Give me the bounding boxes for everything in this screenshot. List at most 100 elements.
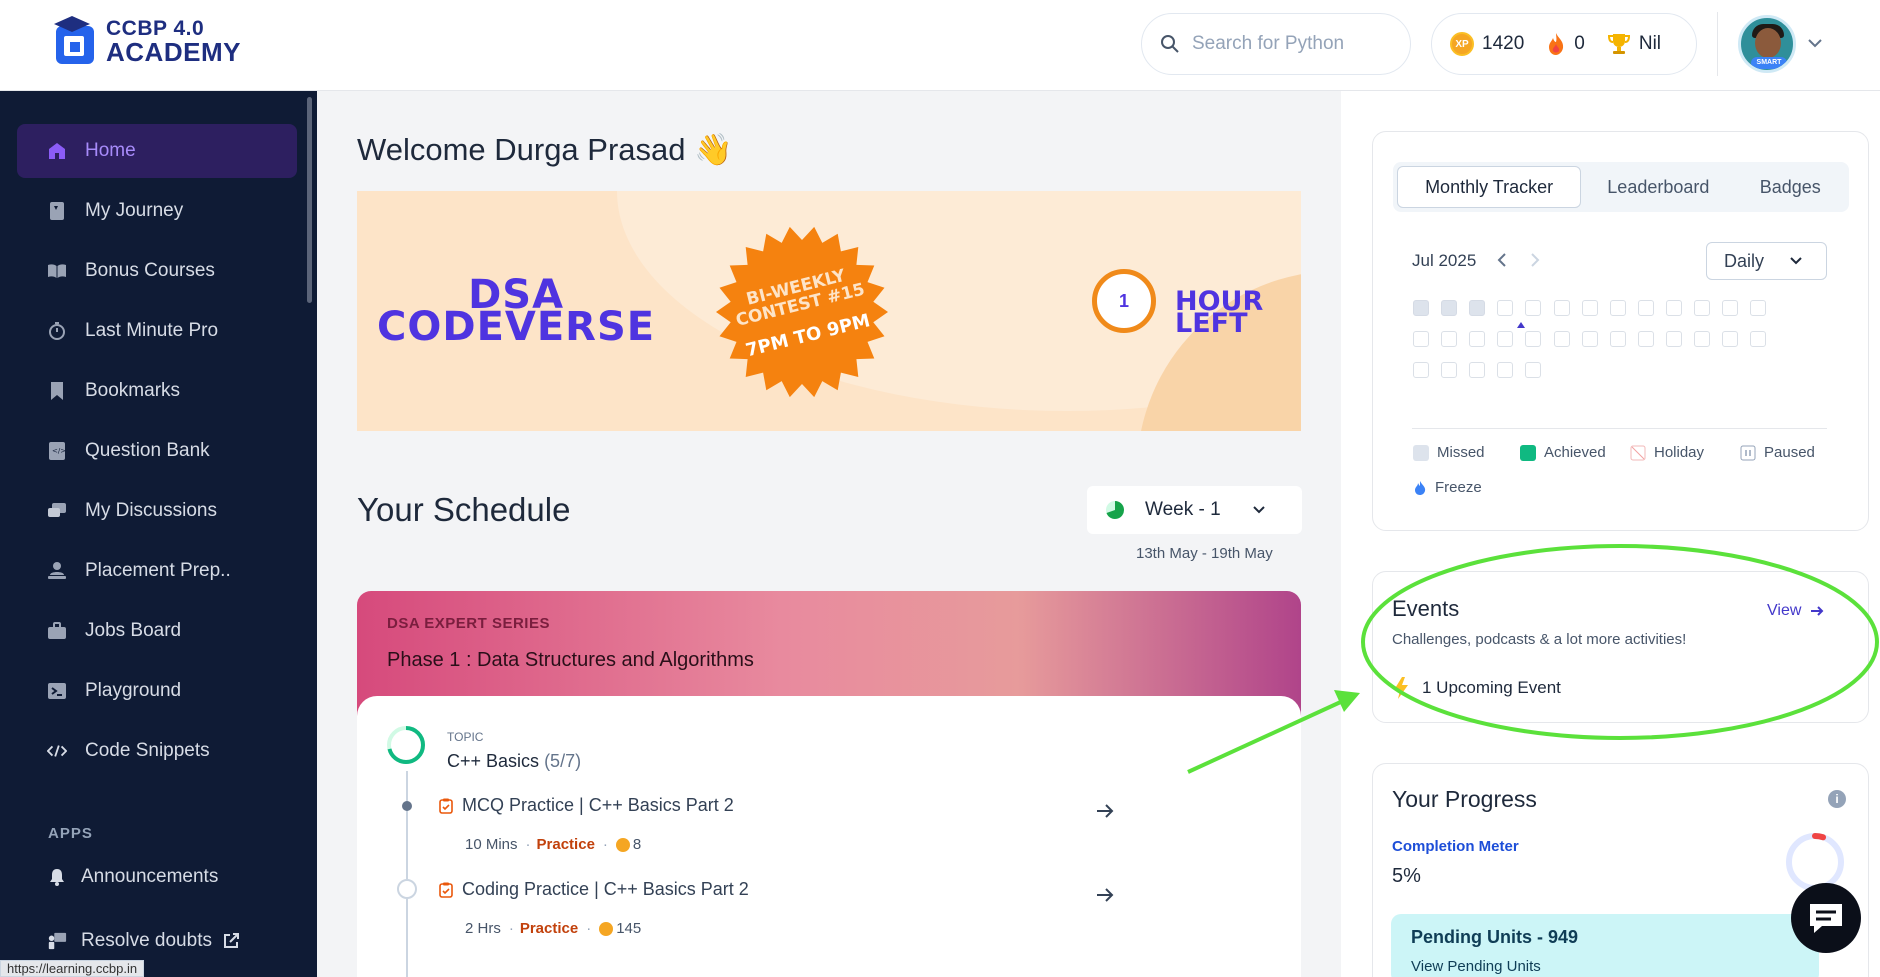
sidebar-item-jobs-board[interactable]: Jobs Board	[17, 604, 297, 658]
sidebar-item-last-minute-pro[interactable]: Last Minute Pro	[17, 304, 297, 358]
calendar-day	[1665, 331, 1682, 347]
task-row[interactable]: Coding Practice | C++ Basics Part 2 2 Hr…	[357, 879, 1301, 969]
calendar-day	[1609, 300, 1626, 316]
calendar-day	[1722, 300, 1739, 316]
journey-icon	[47, 201, 67, 221]
tab-leaderboard[interactable]: Leaderboard	[1581, 166, 1735, 208]
task-coins: 145	[616, 920, 642, 937]
series-title: Phase 1 : Data Structures and Algorithms	[387, 649, 754, 671]
person-board-icon	[47, 931, 67, 951]
task-type: Practice	[536, 836, 595, 853]
sidebar-item-label: Jobs Board	[85, 620, 182, 641]
logo-line2: ACADEMY	[106, 36, 241, 67]
chevron-down-icon[interactable]	[1806, 34, 1824, 52]
search-placeholder: Search for Python	[1192, 33, 1345, 54]
banner-title-line2: CODEVERSE	[377, 304, 656, 350]
tracker-tabs: Monthly Tracker Leaderboard Badges	[1393, 162, 1849, 212]
sidebar-item-announcements[interactable]: Announcements	[17, 850, 297, 904]
xp-coin-icon: XP	[1450, 32, 1474, 56]
calendar-day	[1413, 331, 1429, 347]
avatar-badge: SMART	[1751, 57, 1787, 69]
legend-label: Missed	[1437, 444, 1485, 461]
events-view-link[interactable]: View	[1767, 602, 1825, 620]
legend-paused: Paused	[1740, 444, 1815, 461]
period-value: Daily	[1724, 250, 1765, 271]
topic-name[interactable]: C++ Basics (5/7)	[447, 751, 581, 772]
sidebar-item-my-discussions[interactable]: My Discussions	[17, 484, 297, 538]
week-select[interactable]: Week - 1	[1087, 486, 1302, 534]
sidebar-item-code-snippets[interactable]: Code Snippets	[17, 724, 297, 778]
missed-swatch	[1413, 444, 1429, 461]
sidebar-item-question-bank[interactable]: </> Question Bank	[17, 424, 297, 478]
view-pending-link[interactable]: View Pending Units	[1411, 958, 1541, 975]
sidebar-item-label: Placement Prep..	[85, 560, 231, 581]
task-name: Coding Practice | C++ Basics Part 2	[462, 879, 749, 899]
chat-bubble-icon	[1810, 904, 1842, 933]
sidebar-item-placement-prep[interactable]: Placement Prep..	[17, 544, 297, 598]
task-duration: 2 Hrs	[465, 920, 501, 937]
today-marker	[1517, 322, 1525, 328]
calendar-day	[1469, 300, 1486, 316]
arrow-right-icon[interactable]	[1095, 801, 1115, 821]
sidebar-item-label: Resolve doubts	[81, 930, 212, 951]
status-bar-url: https://learning.ccbp.in	[0, 960, 145, 977]
clipboard-icon	[439, 798, 453, 814]
topic-progress-ring	[387, 726, 425, 764]
calendar-day	[1722, 331, 1739, 347]
calendar-day	[1441, 362, 1458, 378]
calendar-day	[1750, 331, 1767, 347]
search-input[interactable]: Search for Python	[1141, 13, 1411, 75]
home-icon	[47, 141, 67, 161]
tab-monthly-tracker[interactable]: Monthly Tracker	[1397, 166, 1582, 208]
streak-stat: 0	[1546, 32, 1585, 56]
sidebar-item-playground[interactable]: Playground	[17, 664, 297, 718]
sidebar-item-my-journey[interactable]: My Journey	[17, 184, 297, 238]
bookmark-icon	[47, 381, 67, 401]
calendar-month: Jul 2025	[1412, 251, 1477, 270]
tab-badges[interactable]: Badges	[1736, 166, 1846, 208]
chat-support-button[interactable]	[1791, 883, 1861, 953]
hour-left-label: HOUR LEFT	[1175, 288, 1263, 337]
upcoming-events[interactable]: 1 Upcoming Event	[1392, 676, 1561, 700]
sidebar-item-bookmarks[interactable]: Bookmarks	[17, 364, 297, 418]
calendar-day	[1469, 362, 1486, 378]
period-select[interactable]: Daily	[1706, 242, 1827, 280]
events-subtitle: Challenges, podcasts & a lot more activi…	[1392, 631, 1687, 648]
ccbp-logo[interactable]: CCBP 4.0 ACADEMY	[50, 14, 241, 68]
sidebar-item-label: Question Bank	[85, 440, 210, 461]
achieved-swatch	[1520, 444, 1536, 461]
chevron-down-icon	[1790, 257, 1802, 265]
legend-label: Holiday	[1654, 444, 1705, 461]
chevron-down-icon	[1252, 506, 1265, 514]
sidebar-item-home[interactable]: Home	[17, 124, 297, 178]
chevron-right-icon[interactable]	[1528, 252, 1542, 268]
info-icon[interactable]: i	[1828, 790, 1846, 808]
lightning-icon	[1394, 677, 1408, 699]
code-file-icon: </>	[47, 441, 67, 461]
calendar-divider	[1412, 428, 1827, 429]
timer-icon: 1	[1092, 269, 1156, 333]
contest-banner[interactable]: DSA CODEVERSE BI-WEEKLY CONTEST #15 7PM …	[357, 191, 1301, 431]
timer-value: 1	[1118, 290, 1129, 311]
code-icon	[47, 741, 67, 761]
calendar-day	[1497, 300, 1514, 316]
calendar-day	[1441, 331, 1458, 347]
calendar-day	[1497, 362, 1514, 378]
calendar-nav	[1495, 252, 1542, 273]
sidebar-scrollbar[interactable]	[307, 97, 312, 303]
week-label: Week - 1	[1145, 499, 1221, 520]
calendar-day	[1525, 362, 1542, 378]
pending-units-card[interactable]: Pending Units - 949 View Pending Units	[1391, 914, 1819, 977]
user-stats[interactable]: XP 1420 0 Nil	[1431, 13, 1697, 75]
avatar[interactable]: SMART	[1738, 15, 1796, 73]
sidebar-item-bonus-courses[interactable]: Bonus Courses	[17, 244, 297, 298]
task-row[interactable]: MCQ Practice | C++ Basics Part 2 10 Mins…	[357, 795, 1301, 885]
arrow-right-icon[interactable]	[1095, 885, 1115, 905]
chevron-left-icon[interactable]	[1495, 252, 1509, 268]
legend-missed: Missed	[1413, 444, 1485, 461]
search-icon	[1161, 35, 1179, 53]
external-link-icon	[223, 933, 239, 948]
arrow-right-icon	[1811, 606, 1824, 616]
calendar-day	[1525, 300, 1542, 316]
paused-swatch	[1740, 445, 1756, 460]
